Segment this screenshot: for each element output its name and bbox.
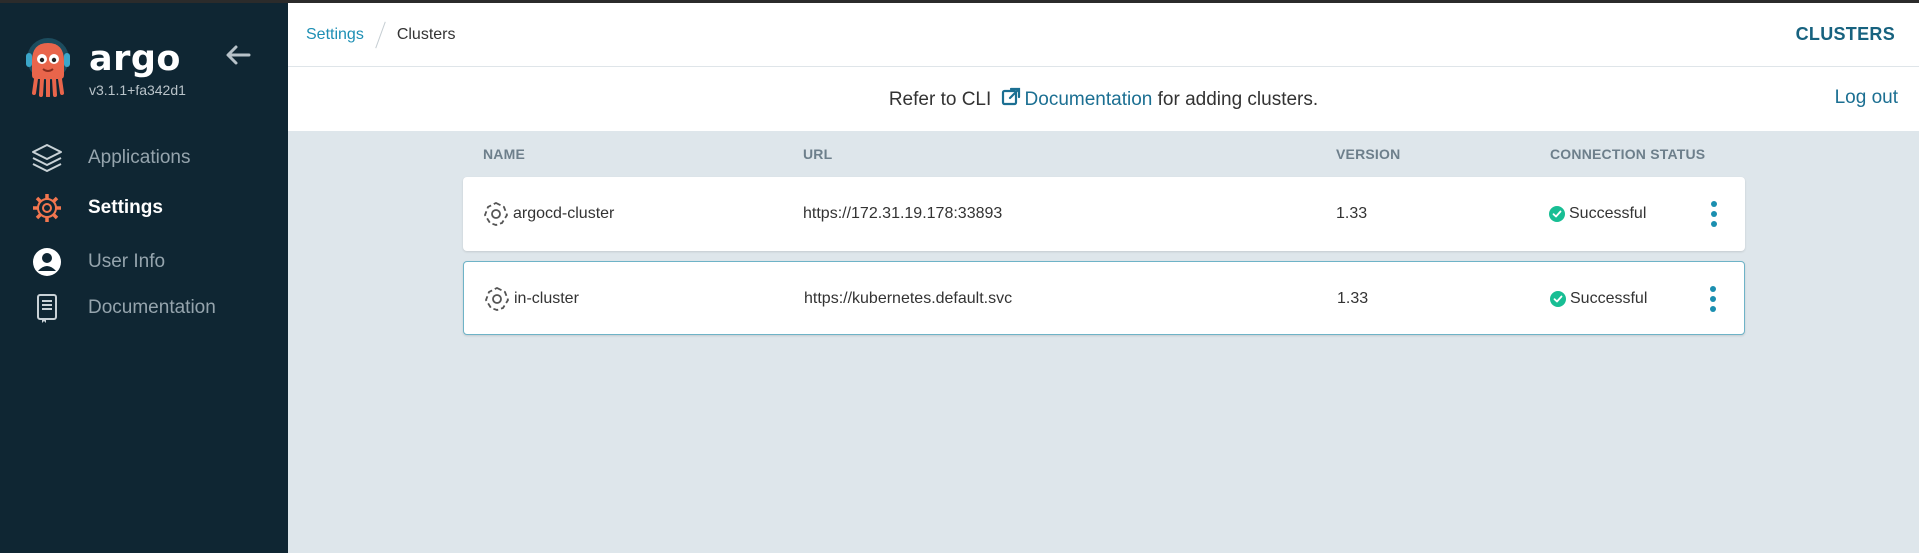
column-header-version: VERSION	[1336, 146, 1401, 162]
cluster-url: https://kubernetes.default.svc	[804, 290, 1013, 307]
connection-status-cell: Successful	[1550, 262, 1647, 336]
documentation-link-label[interactable]: Documentation	[1025, 89, 1153, 110]
sidebar-item-user-info[interactable]: User Info	[30, 242, 270, 282]
sidebar-item-documentation[interactable]: Documentation	[30, 288, 270, 328]
cluster-version: 1.33	[1336, 205, 1368, 222]
connection-status: Successful	[1570, 290, 1648, 307]
connection-status-cell: Successful	[1549, 177, 1646, 251]
row-actions-menu-button[interactable]	[1708, 286, 1718, 312]
kebab-dot	[1711, 211, 1717, 217]
kebab-dot	[1710, 306, 1716, 312]
column-header-connection-status: CONNECTION STATUS	[1550, 146, 1706, 162]
sidebar-item-label: Settings	[88, 197, 163, 218]
gear-icon	[30, 191, 64, 225]
top-bar: Settings Clusters CLUSTERS	[288, 3, 1919, 67]
kebab-dot	[1711, 201, 1717, 207]
sidebar-item-label: Applications	[88, 147, 191, 168]
logout-button[interactable]: Log out	[1835, 87, 1898, 109]
cluster-icon	[485, 286, 509, 311]
breadcrumb-settings-link[interactable]: Settings	[306, 26, 364, 44]
collapse-sidebar-button[interactable]	[224, 43, 252, 67]
cluster-url: https://172.31.19.178:33893	[803, 205, 1003, 222]
breadcrumb-current: Clusters	[396, 26, 456, 43]
kebab-dot	[1711, 221, 1717, 227]
breadcrumb-separator	[375, 21, 386, 49]
user-circle-icon	[30, 245, 64, 279]
argo-octopus-logo[interactable]	[22, 35, 74, 98]
column-header-url: URL	[803, 146, 833, 162]
table-row[interactable]: argocd-cluster https://172.31.19.178:338…	[463, 177, 1745, 251]
sidebar: argo v3.1.1+fa342d1 Applications Setting…	[0, 3, 288, 553]
arrow-left-icon	[226, 45, 251, 65]
cli-instructions: Refer to CLI Documentation for adding cl…	[288, 87, 1919, 111]
external-link-icon	[1001, 87, 1020, 106]
row-actions-menu-button[interactable]	[1709, 201, 1719, 227]
breadcrumb: Settings Clusters	[306, 3, 456, 67]
info-prefix: Refer to CLI	[888, 89, 992, 110]
kebab-dot	[1710, 296, 1716, 302]
documentation-link[interactable]: Documentation	[997, 87, 1153, 110]
sidebar-item-applications[interactable]: Applications	[30, 138, 270, 178]
cluster-name-cell: argocd-cluster	[483, 177, 614, 251]
app-version: v3.1.1+fa342d1	[89, 82, 186, 98]
cluster-icon	[484, 201, 508, 226]
cluster-name-cell: in-cluster	[484, 262, 579, 336]
book-icon	[30, 291, 64, 325]
sidebar-item-label: User Info	[88, 251, 166, 272]
table-row[interactable]: in-cluster https://kubernetes.default.sv…	[463, 261, 1745, 335]
page-title: CLUSTERS	[1795, 24, 1895, 44]
check-circle-icon	[1549, 206, 1565, 222]
cluster-version: 1.33	[1337, 290, 1369, 307]
connection-status: Successful	[1569, 205, 1647, 222]
info-bar: Refer to CLI Documentation for adding cl…	[288, 67, 1919, 131]
sidebar-item-settings[interactable]: Settings	[30, 188, 270, 228]
layers-icon	[30, 141, 64, 175]
sidebar-item-label: Documentation	[88, 297, 216, 318]
cluster-name: in-cluster	[514, 290, 579, 307]
check-circle-icon	[1550, 291, 1566, 307]
brand-name: argo	[89, 39, 181, 79]
info-suffix: for adding clusters.	[1157, 89, 1319, 110]
column-header-name: NAME	[483, 146, 526, 162]
kebab-dot	[1710, 286, 1716, 292]
cluster-name: argocd-cluster	[513, 205, 615, 222]
